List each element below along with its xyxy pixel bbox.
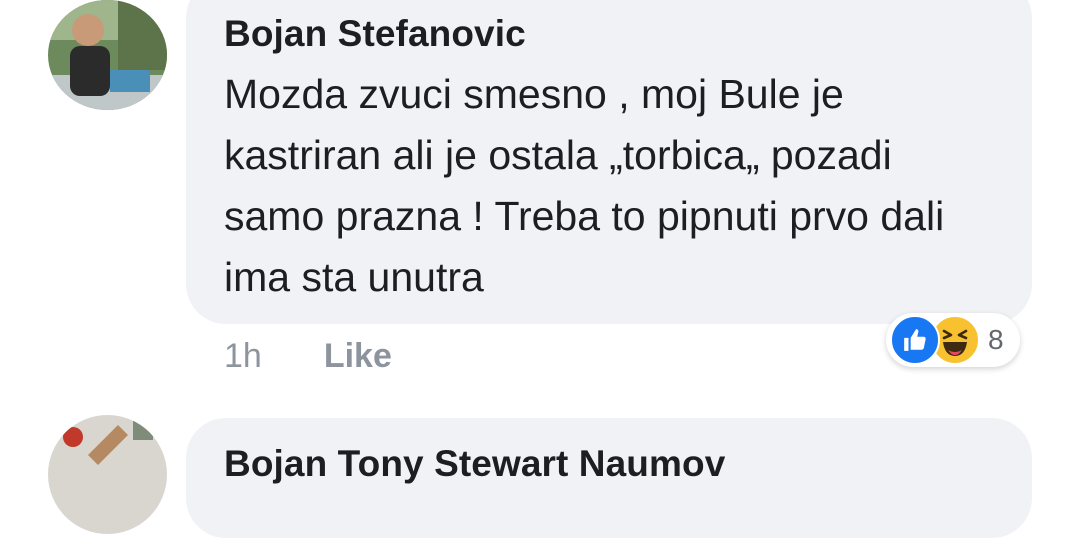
comment-actions: 1h Like	[224, 332, 392, 380]
comment-author[interactable]: Bojan Stefanovic	[224, 12, 1032, 56]
avatar[interactable]	[48, 0, 167, 110]
comment-author[interactable]: Bojan Tony Stewart Naumov	[224, 442, 1032, 486]
reaction-count: 8	[988, 324, 1004, 355]
comment-bubble: Bojan Tony Stewart Naumov	[186, 418, 1032, 538]
comment-timestamp[interactable]: 1h	[224, 337, 262, 376]
avatar[interactable]	[48, 415, 167, 534]
reactions-summary[interactable]: 8	[886, 313, 1020, 367]
like-icon	[890, 315, 940, 365]
comment-bubble: Bojan Stefanovic Mozda zvuci smesno , mo…	[186, 0, 1032, 324]
like-button[interactable]: Like	[324, 337, 392, 376]
comment-text: Mozda zvuci smesno , moj Bule je kastrir…	[224, 71, 945, 300]
